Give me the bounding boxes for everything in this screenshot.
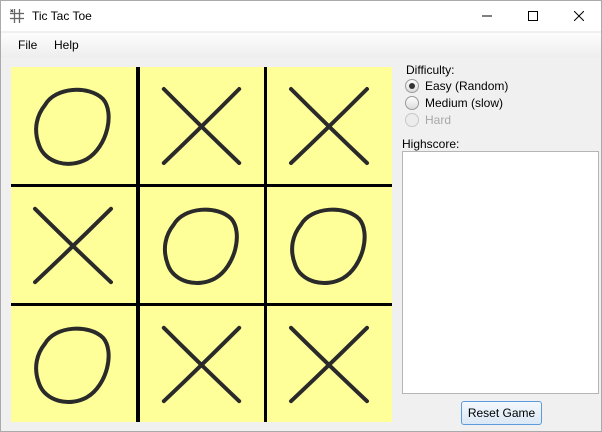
highscore-list[interactable]	[402, 151, 599, 394]
reset-game-button[interactable]: Reset Game	[461, 401, 542, 425]
menu-file[interactable]: File	[18, 38, 37, 52]
board-cell[interactable]	[267, 67, 392, 184]
board-cell[interactable]	[140, 187, 264, 303]
difficulty-option-label: Easy (Random)	[425, 79, 509, 93]
x-mark	[33, 206, 113, 285]
difficulty-label: Difficulty:	[406, 63, 455, 77]
maximize-icon	[528, 11, 538, 21]
x-mark	[161, 87, 242, 165]
radio-hard	[405, 113, 419, 127]
board-cell[interactable]	[11, 67, 136, 184]
title-bar[interactable]: Tic Tac Toe	[1, 1, 601, 31]
board-cell[interactable]	[140, 306, 264, 422]
o-mark	[290, 207, 367, 285]
tic-tac-toe-grid-icon	[9, 8, 25, 24]
x-mark	[289, 325, 369, 404]
app-window: Tic Tac Toe File Help Difficulty: Easy (…	[0, 0, 602, 432]
board-cell[interactable]	[267, 187, 392, 303]
difficulty-option-hard: Hard	[405, 112, 451, 128]
o-mark	[34, 87, 111, 166]
radio-easy[interactable]	[405, 79, 419, 93]
minimize-icon	[482, 11, 492, 21]
board-cell[interactable]	[11, 187, 136, 303]
x-mark	[289, 87, 369, 165]
menu-help[interactable]: Help	[54, 38, 79, 52]
board-cell[interactable]	[267, 306, 392, 422]
difficulty-option-easy[interactable]: Easy (Random)	[405, 78, 508, 94]
difficulty-option-medium[interactable]: Medium (slow)	[405, 95, 503, 111]
o-mark	[162, 207, 239, 285]
o-mark	[34, 326, 111, 404]
x-mark	[161, 325, 242, 404]
game-board	[11, 67, 392, 422]
radio-medium[interactable]	[405, 96, 419, 110]
difficulty-option-label: Medium (slow)	[425, 96, 504, 110]
board-cell[interactable]	[11, 306, 136, 422]
difficulty-option-label: Hard	[425, 113, 452, 127]
minimize-button[interactable]	[464, 1, 510, 31]
menu-bar: File Help	[1, 33, 601, 57]
close-icon	[574, 11, 584, 21]
board-cell[interactable]	[140, 67, 264, 184]
highscore-label: Highscore:	[402, 137, 460, 151]
maximize-button[interactable]	[510, 1, 556, 31]
window-title: Tic Tac Toe	[32, 9, 92, 23]
close-button[interactable]	[556, 1, 602, 31]
